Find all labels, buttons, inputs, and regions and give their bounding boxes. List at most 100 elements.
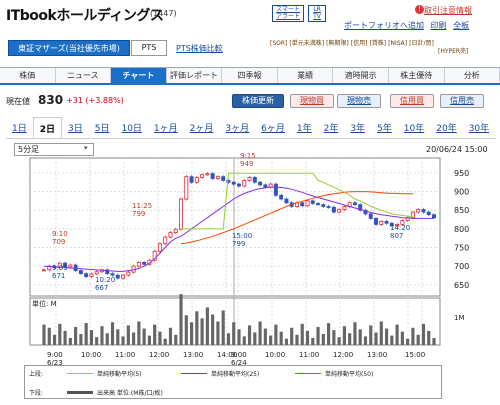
legend-ma5: 単純移動平均(5) — [97, 371, 142, 378]
x-tick-label: 15:00 — [405, 351, 425, 359]
volume-bar — [353, 322, 357, 345]
candle-body — [242, 179, 247, 187]
volume-bar — [358, 329, 362, 345]
volume-bar — [311, 337, 315, 345]
candle-body — [42, 269, 46, 272]
candle-body — [384, 221, 389, 224]
volume-bar — [300, 323, 304, 345]
volume-bar — [411, 327, 415, 345]
candle-body — [221, 176, 226, 181]
volume-bar — [321, 334, 325, 345]
annotation-value: 799 — [232, 240, 245, 248]
x-tick-label: 10:00 — [265, 351, 285, 359]
volume-bar — [116, 329, 120, 345]
volume-bar — [279, 331, 283, 345]
volume-bar — [221, 310, 225, 345]
candle-body — [263, 184, 268, 188]
volume-bar — [216, 321, 220, 345]
annotation-value: 949 — [240, 160, 253, 168]
volume-bar — [242, 336, 246, 345]
volume-bar — [263, 328, 267, 345]
legend-bottom-label: 下段: — [29, 390, 44, 397]
candle-body — [136, 262, 141, 267]
annotation-time: 9:15 — [240, 152, 256, 160]
volume-bar — [374, 332, 378, 345]
y-tick-label: 700 — [454, 262, 469, 271]
volume-bar — [174, 334, 178, 345]
volume-bar — [327, 323, 331, 345]
volume-bar — [290, 327, 294, 345]
candle-body — [163, 236, 168, 245]
x-tick-label: 10:00 — [81, 351, 101, 359]
volume-bar — [89, 330, 94, 345]
volume-bar — [100, 326, 104, 345]
volume-bar — [168, 327, 173, 345]
volume-bar — [390, 335, 394, 345]
volume-bar — [179, 294, 183, 345]
x-tick-label: 11:00 — [115, 351, 135, 359]
volume-bar — [137, 321, 141, 345]
volume-bar — [305, 330, 310, 345]
volume-bar — [205, 307, 209, 345]
volume-bar — [395, 324, 399, 345]
annotation-value: 667 — [95, 284, 108, 292]
candle-body — [157, 243, 162, 252]
candle-body — [84, 273, 89, 278]
candle-body — [210, 173, 215, 179]
candle-body — [258, 181, 263, 186]
candle-body — [215, 176, 220, 179]
candle-body — [337, 209, 342, 213]
y-tick-label: 950 — [454, 169, 469, 178]
legend-ma25: 単純移動平均(25) — [211, 371, 260, 378]
candle-body — [142, 262, 147, 265]
candle-body — [194, 176, 199, 183]
volume-bar — [384, 328, 389, 345]
volume-bar — [79, 334, 83, 345]
candle-body — [89, 273, 94, 278]
annotation-value: 807 — [390, 232, 403, 240]
volume-bar — [121, 336, 125, 345]
candle-body — [342, 206, 347, 210]
annotation-time: 10:20 — [95, 276, 115, 284]
y-tick-label: 750 — [454, 244, 469, 253]
annotation-value: 709 — [52, 238, 65, 246]
volume-bar — [63, 330, 67, 345]
volume-bar — [416, 334, 420, 345]
volume-bar — [421, 323, 426, 345]
candle-body — [237, 183, 241, 187]
x-tick-label: 11:00 — [299, 351, 319, 359]
candle-body — [126, 271, 131, 276]
candle-body — [205, 173, 210, 176]
legend-volume-bar — [67, 391, 93, 394]
candle-body — [184, 176, 189, 200]
volume-bar — [427, 330, 431, 345]
x-tick-label: 12:00 — [333, 351, 353, 359]
y-tick-label: 650 — [454, 281, 469, 290]
volume-bar — [195, 311, 199, 345]
legend-volume: 出来高 単位:(M株/口/枚) — [97, 390, 163, 397]
volume-bar — [74, 326, 78, 345]
volume-bar — [342, 326, 346, 345]
volume-bar — [200, 318, 204, 345]
volume-bar — [226, 333, 231, 345]
volume-bar — [348, 333, 352, 345]
volume-bar — [253, 332, 257, 345]
candle-body — [279, 194, 284, 200]
volume-bar — [332, 330, 336, 345]
candle-body — [321, 204, 326, 207]
x-tick-label: 13:00 — [183, 351, 203, 359]
candle-body — [173, 228, 178, 233]
annotation-time: 9:10 — [52, 230, 68, 238]
candle-body — [189, 176, 194, 183]
volume-bar — [158, 331, 162, 345]
volume-bar — [52, 334, 57, 345]
candle-body — [115, 274, 120, 279]
chart-legend: 上段: 単純移動平均(5) 単純移動平均(25) 単純移動平均(50) 下段: … — [24, 365, 442, 399]
volume-bar — [295, 334, 299, 345]
volume-bar — [58, 323, 62, 345]
volume-bar — [316, 326, 320, 345]
candle-body — [379, 221, 384, 225]
x-tick-label: 9:00 — [47, 351, 63, 359]
volume-bar — [110, 322, 115, 345]
volume-bar — [406, 338, 410, 345]
